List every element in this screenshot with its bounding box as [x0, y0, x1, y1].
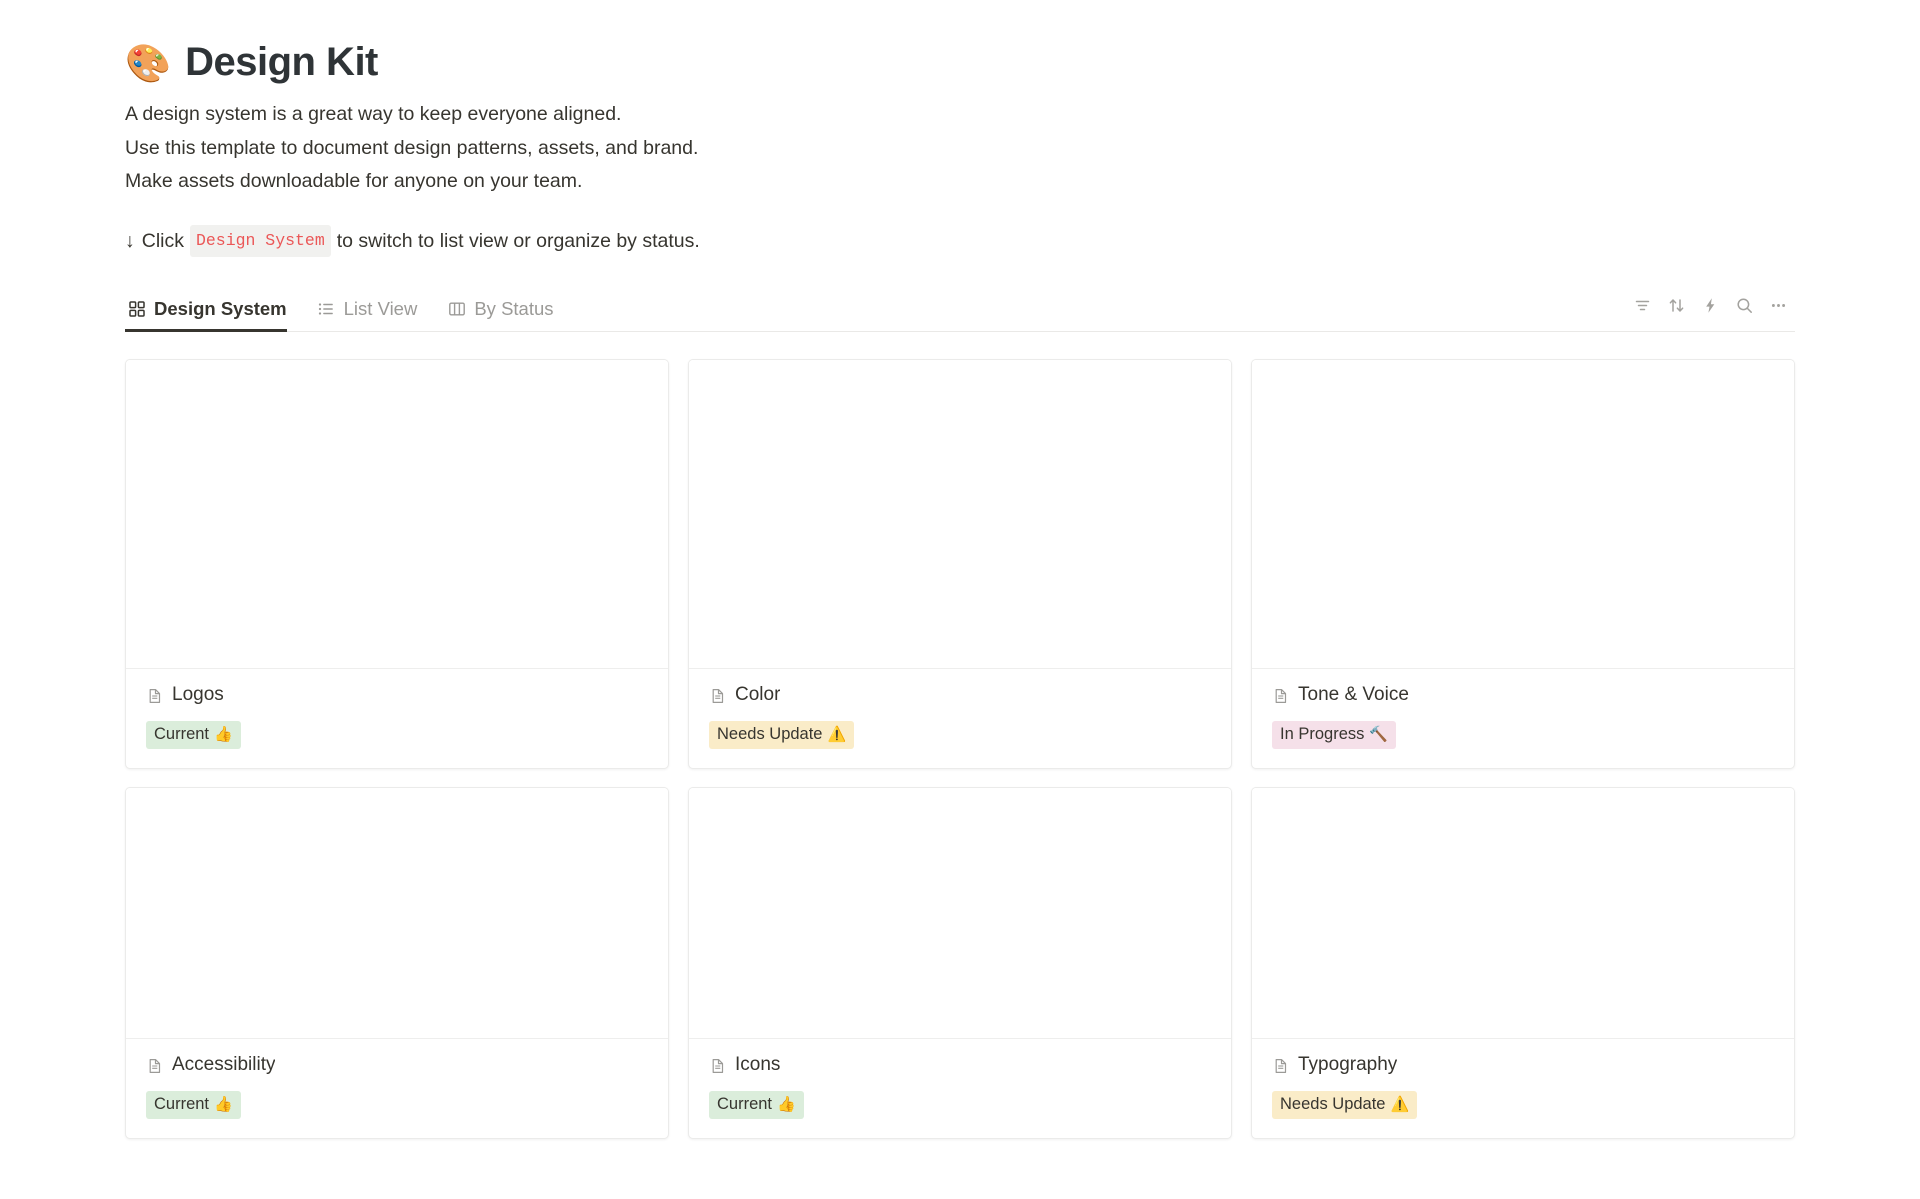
inline-code-design-system: Design System: [190, 225, 331, 258]
gallery-card[interactable]: Typography Needs Update ⚠️: [1251, 786, 1795, 1139]
card-title-row: Logos: [146, 684, 648, 707]
page-icon: [709, 1057, 726, 1074]
tab-design-system[interactable]: Design System: [125, 287, 299, 332]
tab-design-system-label: Design System: [154, 297, 287, 319]
status-badge-label: Needs Update: [717, 725, 823, 744]
card-title: Typography: [1298, 1054, 1398, 1076]
status-badge[interactable]: Needs Update ⚠️: [709, 721, 855, 749]
tab-list-view[interactable]: List View: [315, 287, 430, 331]
page-icon: [146, 1057, 163, 1074]
page-icon: [1272, 687, 1289, 704]
page-description: A design system is a great way to keep e…: [125, 98, 1795, 199]
card-preview: [126, 787, 668, 1040]
description-line-1: A design system is a great way to keep e…: [125, 103, 622, 125]
hammer-emoji: 🔨: [1369, 725, 1389, 743]
warning-emoji: ⚠️: [1390, 1095, 1410, 1113]
status-badge-label: Needs Update: [1280, 1095, 1386, 1114]
status-badge[interactable]: Current 👍: [709, 1091, 804, 1119]
description-line-2: Use this template to document design pat…: [125, 136, 699, 159]
instruction-callout: ↓ Click Design System to switch to list …: [125, 225, 1795, 258]
tab-by-status-label: By Status: [474, 297, 554, 319]
card-title: Logos: [172, 684, 224, 706]
card-body: Logos Current 👍: [126, 669, 668, 767]
card-title-row: Icons: [709, 1054, 1211, 1077]
card-title-row: Tone & Voice: [1272, 684, 1774, 707]
card-body: Typography Needs Update ⚠️: [1252, 1039, 1794, 1137]
sort-icon[interactable]: [1659, 291, 1693, 321]
card-preview: [126, 359, 668, 670]
gallery-card[interactable]: Logos Current 👍: [125, 358, 669, 769]
view-tabbar: Design System List View By Status: [125, 288, 1795, 332]
card-preview: [1252, 787, 1794, 1040]
card-preview: [1252, 359, 1794, 670]
view-toolbar: [1625, 287, 1795, 331]
gallery-card[interactable]: Color Needs Update ⚠️: [688, 358, 1232, 769]
card-title: Accessibility: [172, 1054, 276, 1076]
tab-by-status[interactable]: By Status: [445, 287, 565, 331]
gallery-card[interactable]: Tone & Voice In Progress 🔨: [1251, 358, 1795, 769]
callout-prefix: Click: [141, 229, 184, 252]
search-icon[interactable]: [1727, 291, 1761, 321]
card-body: Accessibility Current 👍: [126, 1039, 668, 1137]
card-title: Color: [735, 684, 781, 706]
card-body: Tone & Voice In Progress 🔨: [1252, 669, 1794, 767]
page-content: 🎨 Design Kit A design system is a great …: [125, 0, 1795, 1139]
board-icon: [447, 299, 466, 318]
artist-palette-emoji: 🎨: [125, 42, 172, 84]
page-icon: [1272, 1057, 1289, 1074]
filter-icon[interactable]: [1625, 291, 1659, 321]
page-title: Design Kit: [185, 40, 378, 84]
page-root: 🎨 Design Kit A design system is a great …: [0, 0, 1920, 1199]
gallery-card[interactable]: Icons Current 👍: [688, 786, 1232, 1139]
description-line-3: Make assets downloadable for anyone on y…: [125, 170, 583, 193]
card-title-row: Accessibility: [146, 1054, 648, 1077]
view-tabs: Design System List View By Status: [125, 287, 582, 332]
down-arrow-icon: ↓: [125, 229, 135, 252]
status-badge[interactable]: Current 👍: [146, 721, 241, 749]
gallery-card[interactable]: Accessibility Current 👍: [125, 786, 669, 1139]
card-title-row: Color: [709, 684, 1211, 707]
status-badge-label: In Progress: [1280, 725, 1365, 744]
page-title-row: 🎨 Design Kit: [125, 40, 1795, 84]
card-preview: [689, 787, 1231, 1040]
status-badge[interactable]: In Progress 🔨: [1272, 721, 1397, 749]
warning-emoji: ⚠️: [827, 725, 847, 743]
card-preview: [689, 359, 1231, 670]
tab-list-view-label: List View: [343, 297, 418, 319]
status-badge[interactable]: Current 👍: [146, 1091, 241, 1119]
lightning-icon[interactable]: [1693, 291, 1727, 321]
thumbs-up-emoji: 👍: [777, 1095, 796, 1113]
list-icon: [317, 299, 336, 318]
more-icon[interactable]: [1761, 291, 1795, 321]
thumbs-up-emoji: 👍: [214, 1095, 233, 1113]
status-badge-label: Current: [154, 1095, 210, 1114]
card-gallery: Logos Current 👍 Color Needs Update ⚠️ To…: [125, 358, 1795, 1139]
thumbs-up-emoji: 👍: [214, 725, 233, 743]
card-title: Icons: [735, 1054, 781, 1076]
card-title: Tone & Voice: [1298, 684, 1409, 706]
status-badge[interactable]: Needs Update ⚠️: [1272, 1091, 1418, 1119]
card-title-row: Typography: [1272, 1054, 1774, 1077]
callout-suffix: to switch to list view or organize by st…: [336, 229, 700, 252]
status-badge-label: Current: [154, 725, 210, 744]
card-body: Color Needs Update ⚠️: [689, 669, 1231, 767]
card-body: Icons Current 👍: [689, 1039, 1231, 1137]
page-icon: [709, 687, 726, 704]
status-badge-label: Current: [717, 1095, 773, 1114]
grid-icon: [127, 299, 146, 318]
page-icon: [146, 687, 163, 704]
